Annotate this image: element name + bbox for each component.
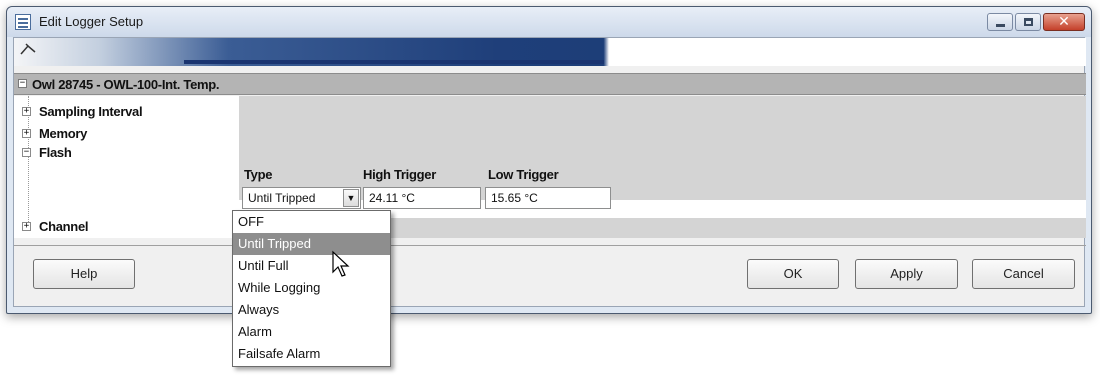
device-header[interactable]: − Owl 28745 - OWL-100-Int. Temp. [14, 73, 1086, 95]
type-combobox[interactable]: Until Tripped ▼ [242, 187, 361, 209]
tree-item-memory[interactable]: + Memory [22, 124, 87, 142]
tree-item-flash[interactable]: − Flash [22, 143, 72, 161]
tree-item-label: Memory [39, 125, 88, 141]
help-button[interactable]: Help [33, 259, 135, 289]
expand-icon[interactable]: + [22, 106, 31, 116]
low-trigger-value: 15.65 °C [491, 191, 538, 205]
cancel-button[interactable]: Cancel [972, 259, 1075, 289]
tree-item-label: Sampling Interval [39, 103, 143, 119]
header-banner [14, 38, 1086, 66]
low-trigger-header: Low Trigger [488, 167, 559, 182]
tree-item-sampling-interval[interactable]: + Sampling Interval [22, 102, 143, 120]
dropdown-option-until-tripped[interactable]: Until Tripped [233, 233, 390, 255]
dropdown-option-while-logging[interactable]: While Logging [233, 277, 390, 299]
dropdown-option-alarm[interactable]: Alarm [233, 321, 390, 343]
expand-icon[interactable]: + [22, 221, 31, 231]
window-title: Edit Logger Setup [39, 14, 144, 29]
settings-tree: + Sampling Interval + Memory − Flash + C… [14, 96, 239, 238]
tree-item-label: Channel [39, 218, 89, 234]
close-icon[interactable]: ✕ [1043, 13, 1085, 31]
high-trigger-field[interactable]: 24.11 °C [363, 187, 481, 209]
tree-item-channel[interactable]: + Channel [22, 217, 88, 235]
collapse-icon[interactable]: − [18, 79, 27, 88]
dropdown-option-off[interactable]: OFF [233, 211, 390, 233]
ok-button[interactable]: OK [747, 259, 839, 289]
type-column-header: Type [244, 167, 273, 182]
minimize-icon[interactable] [987, 13, 1013, 31]
window-controls: ✕ [987, 13, 1085, 31]
dropdown-option-always[interactable]: Always [233, 299, 390, 321]
tree-item-label: Flash [39, 144, 72, 160]
dialog-body: − Owl 28745 - OWL-100-Int. Temp. + Sampl… [13, 37, 1086, 307]
title-bar[interactable]: Edit Logger Setup ✕ [7, 7, 1091, 37]
type-combobox-value: Until Tripped [248, 191, 316, 205]
apply-button[interactable]: Apply [855, 259, 958, 289]
collapse-icon[interactable]: − [22, 147, 31, 157]
banner-stripe [184, 60, 604, 64]
high-trigger-header: High Trigger [363, 167, 436, 182]
button-divider [14, 245, 1086, 246]
app-icon [15, 14, 31, 30]
maximize-icon[interactable] [1015, 13, 1041, 31]
mouse-pointer-icon [332, 250, 350, 277]
device-title: Owl 28745 - OWL-100-Int. Temp. [32, 77, 220, 92]
dropdown-option-until-full[interactable]: Until Full [233, 255, 390, 277]
edit-logger-setup-window: Edit Logger Setup ✕ − Owl 28745 - OWL-10… [6, 6, 1092, 314]
dropdown-option-failsafe-alarm[interactable]: Failsafe Alarm [233, 343, 390, 365]
logo-icon [20, 43, 36, 55]
expand-icon[interactable]: + [22, 128, 31, 138]
low-trigger-field[interactable]: 15.65 °C [485, 187, 611, 209]
type-dropdown-list[interactable]: OFF Until Tripped Until Full While Loggi… [232, 210, 391, 367]
high-trigger-value: 24.11 °C [369, 191, 415, 205]
dropdown-arrow-icon[interactable]: ▼ [343, 189, 359, 207]
